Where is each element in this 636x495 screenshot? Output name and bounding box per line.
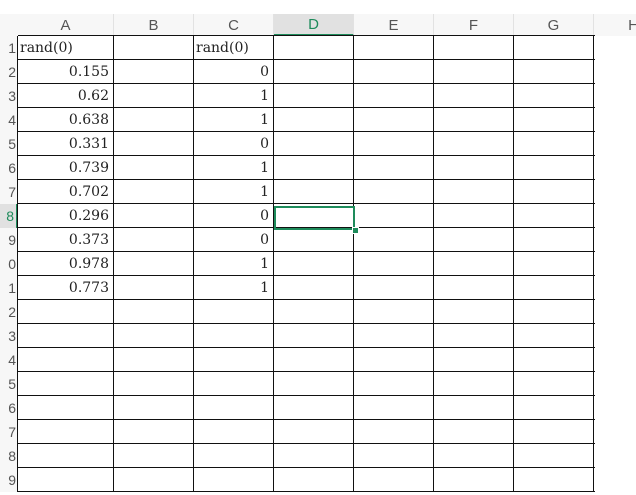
- column-header-c[interactable]: C: [194, 14, 274, 36]
- row-header[interactable]: 4: [0, 108, 18, 132]
- column-header-f[interactable]: F: [434, 14, 514, 36]
- gridline: [18, 371, 595, 372]
- column-header-b[interactable]: B: [114, 14, 194, 36]
- cell-a11[interactable]: 0.773: [18, 276, 113, 299]
- row-header[interactable]: 8: [0, 444, 18, 468]
- row-header[interactable]: 7: [0, 420, 18, 444]
- column-header-d[interactable]: D: [274, 14, 354, 36]
- cell-c10[interactable]: 1: [194, 252, 273, 275]
- cell-a10[interactable]: 0.978: [18, 252, 113, 275]
- gridline: [513, 36, 514, 492]
- cell-c11[interactable]: 1: [194, 276, 273, 299]
- cell-a7[interactable]: 0.702: [18, 180, 113, 203]
- row-header[interactable]: 6: [0, 396, 18, 420]
- row-header[interactable]: 1: [0, 276, 18, 300]
- cell-c7[interactable]: 1: [194, 180, 273, 203]
- row-header[interactable]: 4: [0, 348, 18, 372]
- column-header-g[interactable]: G: [514, 14, 594, 36]
- cell-a3[interactable]: 0.62: [18, 84, 113, 107]
- row-header[interactable]: 3: [0, 324, 18, 348]
- cell-a8[interactable]: 0.296: [18, 204, 113, 227]
- column-header-a[interactable]: A: [18, 14, 114, 36]
- row-header[interactable]: 9: [0, 228, 18, 252]
- cell-c9[interactable]: 0: [194, 228, 273, 251]
- cell-c5[interactable]: 0: [194, 132, 273, 155]
- row-header[interactable]: 9: [0, 468, 18, 492]
- cell-c3[interactable]: 1: [194, 84, 273, 107]
- row-header[interactable]: 7: [0, 180, 18, 204]
- gridline: [353, 36, 354, 492]
- gridline: [18, 299, 595, 300]
- row-header[interactable]: 1: [0, 36, 18, 60]
- gridline: [113, 36, 114, 492]
- cell-a4[interactable]: 0.638: [18, 108, 113, 131]
- column-header-e[interactable]: E: [354, 14, 434, 36]
- row-header[interactable]: 5: [0, 132, 18, 156]
- cell-c6[interactable]: 1: [194, 156, 273, 179]
- column-header-h[interactable]: H: [594, 14, 636, 36]
- gridline: [18, 419, 595, 420]
- cell-a9[interactable]: 0.373: [18, 228, 113, 251]
- cell-c8[interactable]: 0: [194, 204, 273, 227]
- row-header[interactable]: 2: [0, 300, 18, 324]
- spreadsheet-grid[interactable]: A B C D E F G H 1 2 3 4 5 6 7 8 9 0 1 2 3 4 5 6 7 8 9 rand(0) 0.155 0…: [0, 0, 636, 495]
- row-header[interactable]: 8: [0, 204, 18, 228]
- toolbar-edge: [0, 0, 636, 14]
- row-header[interactable]: 2: [0, 60, 18, 84]
- gridline: [18, 347, 595, 348]
- select-all-corner[interactable]: [0, 14, 18, 36]
- gridline: [18, 323, 595, 324]
- cell-c2[interactable]: 0: [194, 60, 273, 83]
- row-header[interactable]: 3: [0, 84, 18, 108]
- gridline: [273, 36, 274, 492]
- selected-cell-outline[interactable]: [274, 206, 355, 230]
- cell-a1[interactable]: rand(0): [18, 36, 113, 59]
- row-header[interactable]: 5: [0, 372, 18, 396]
- gridline: [18, 395, 595, 396]
- gridline: [593, 36, 594, 492]
- cell-a2[interactable]: 0.155: [18, 60, 113, 83]
- cell-c1[interactable]: rand(0): [194, 36, 273, 59]
- row-header[interactable]: 6: [0, 156, 18, 180]
- row-header[interactable]: 0: [0, 252, 18, 276]
- gridline: [433, 36, 434, 492]
- gridline: [18, 491, 595, 492]
- cell-a6[interactable]: 0.739: [18, 156, 113, 179]
- gridline: [18, 443, 595, 444]
- cell-a5[interactable]: 0.331: [18, 132, 113, 155]
- cell-c4[interactable]: 1: [194, 108, 273, 131]
- fill-handle[interactable]: [352, 227, 359, 234]
- gridline: [18, 467, 595, 468]
